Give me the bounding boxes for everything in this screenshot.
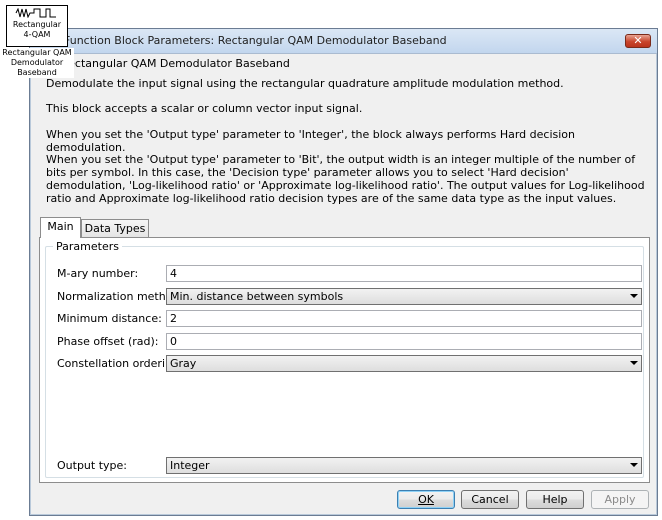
block-icon: Rectangular 4-QAM — [6, 5, 68, 47]
mary-number-label: M-ary number: — [57, 267, 139, 280]
description-p2: This block accepts a scalar or column ve… — [46, 102, 363, 115]
constellation-ordering-value: Gray — [170, 357, 197, 370]
parameters-group-label: Parameters — [53, 240, 122, 253]
output-type-label: Output type: — [57, 459, 127, 472]
description-p4: When you set the 'Output type' parameter… — [46, 153, 645, 205]
constellation-ordering-select[interactable]: Gray — [166, 355, 642, 372]
minimum-distance-label: Minimum distance: — [57, 312, 162, 325]
parameters-group: Parameters M-ary number: 4 Normalization… — [45, 240, 644, 478]
output-type-value: Integer — [170, 459, 210, 472]
normalization-method-label: Normalization method: — [57, 290, 184, 303]
tab-main[interactable]: Main — [40, 217, 81, 238]
block-caption-line1: Rectangular QAM — [2, 48, 72, 57]
window-title: Function Block Parameters: Rectangular Q… — [64, 34, 447, 47]
normalization-method-select[interactable]: Min. distance between symbols — [166, 288, 642, 305]
block-icon-label: Rectangular 4-QAM — [7, 20, 67, 40]
close-button[interactable]: ✕ — [625, 34, 651, 48]
block-icon-line2: 4-QAM — [23, 30, 51, 39]
title-bar[interactable]: Function Block Parameters: Rectangular Q… — [30, 29, 657, 54]
block-caption-line3: Baseband — [17, 68, 57, 77]
block-icon-line1: Rectangular — [12, 20, 62, 29]
block-type-name: Rectangular QAM Demodulator Baseband — [61, 57, 290, 70]
close-icon: ✕ — [633, 34, 643, 47]
mary-number-input[interactable]: 4 — [166, 265, 642, 282]
help-button-label: Help — [542, 493, 568, 506]
phase-offset-label: Phase offset (rad): — [57, 335, 159, 348]
block-caption-line2: Demodulator — [10, 58, 64, 67]
constellation-ordering-label: Constellation ordering: — [57, 357, 183, 370]
ok-button[interactable]: OK — [397, 490, 455, 509]
block-parameters-dialog: Function Block Parameters: Rectangular Q… — [29, 28, 658, 516]
description-p1: Demodulate the input signal using the re… — [46, 77, 564, 90]
chevron-down-icon — [630, 361, 638, 365]
ok-button-label: OK — [418, 493, 434, 506]
phase-offset-input[interactable]: 0 — [166, 333, 642, 350]
normalization-method-value: Min. distance between symbols — [170, 290, 344, 303]
apply-button-label: Apply — [604, 493, 636, 506]
help-button[interactable]: Help — [526, 490, 584, 509]
chevron-down-icon — [630, 463, 638, 467]
waveform-icon — [15, 8, 56, 18]
chevron-down-icon — [630, 294, 638, 298]
minimum-distance-input[interactable]: 2 — [166, 310, 642, 327]
apply-button[interactable]: Apply — [591, 490, 649, 509]
output-type-select[interactable]: Integer — [166, 457, 642, 474]
block-caption: Rectangular QAM Demodulator Baseband — [0, 48, 74, 78]
tab-panel-main: Parameters M-ary number: 4 Normalization… — [39, 237, 650, 483]
cancel-button-label: Cancel — [471, 493, 509, 506]
description-p3: When you set the 'Output type' parameter… — [46, 128, 576, 154]
cancel-button[interactable]: Cancel — [461, 490, 519, 509]
tab-data-types[interactable]: Data Types — [81, 219, 149, 238]
